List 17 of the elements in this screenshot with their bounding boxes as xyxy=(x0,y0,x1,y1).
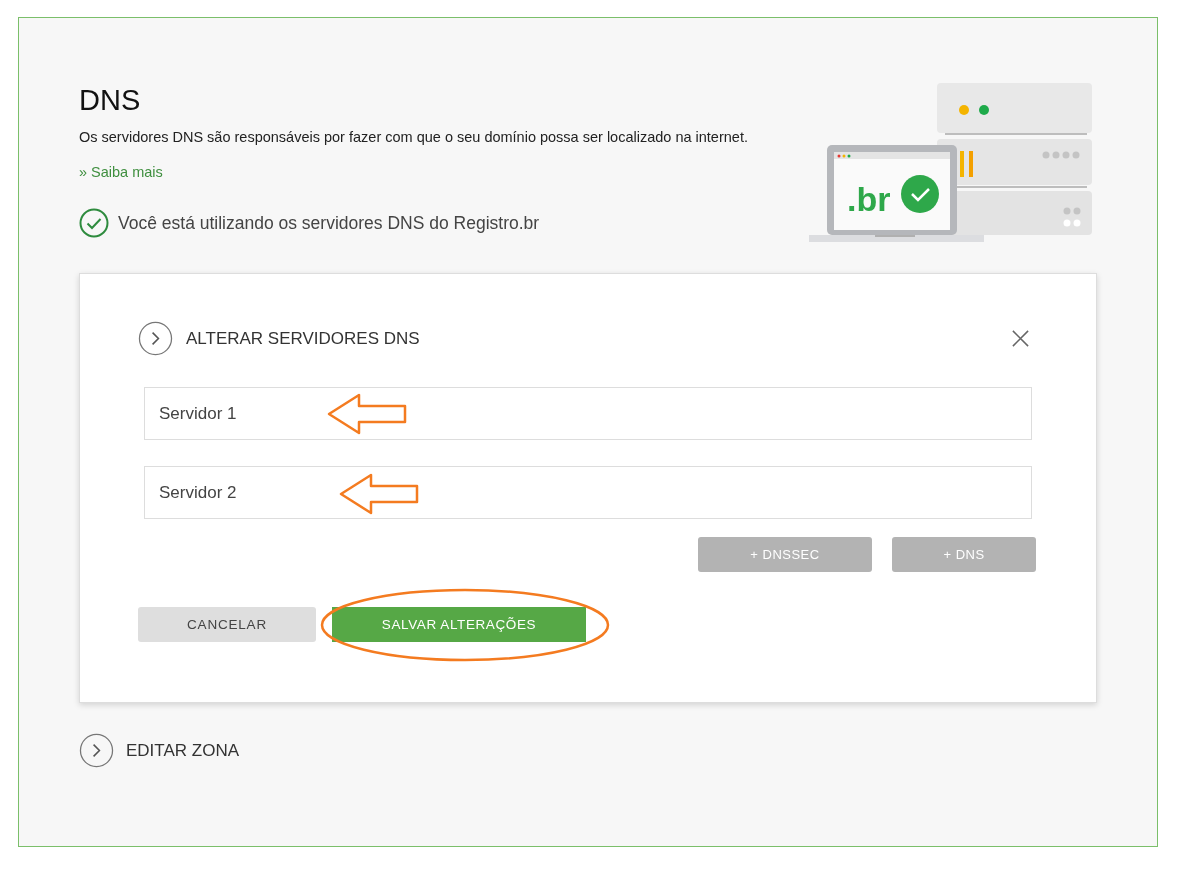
add-button[interactable]: + DNSSEC xyxy=(698,537,872,572)
server-input-field[interactable]: Servidor 2 xyxy=(144,466,1032,519)
cancel-button[interactable]: CANCELAR xyxy=(138,607,316,642)
add-button[interactable]: + DNS xyxy=(892,537,1036,572)
server-input-field[interactable]: Servidor 1 xyxy=(144,387,1032,440)
save-button[interactable]: SALVAR ALTERAÇÕES xyxy=(332,607,586,642)
page-title: DNS xyxy=(79,84,142,117)
close-icon[interactable] xyxy=(1011,329,1030,348)
description-text: Os servidores DNS são responsáveis por fazer com que o seu domínio possa ser localizado na internet. xyxy=(79,128,749,147)
chevron-circle-icon[interactable] xyxy=(79,733,114,768)
section-title[interactable]: EDITAR ZONA xyxy=(126,740,240,761)
server-laptop-drawing: .br xyxy=(797,73,1117,243)
panel-title: ALTERAR SERVIDORES DNS xyxy=(186,328,420,349)
status-text: Você está utilizando os servidores DNS do Registro.br xyxy=(118,212,540,234)
learn-more-link[interactable]: » Saiba mais xyxy=(79,164,163,180)
chevron-circle-icon[interactable] xyxy=(138,321,173,356)
check-circle-icon xyxy=(79,208,109,238)
